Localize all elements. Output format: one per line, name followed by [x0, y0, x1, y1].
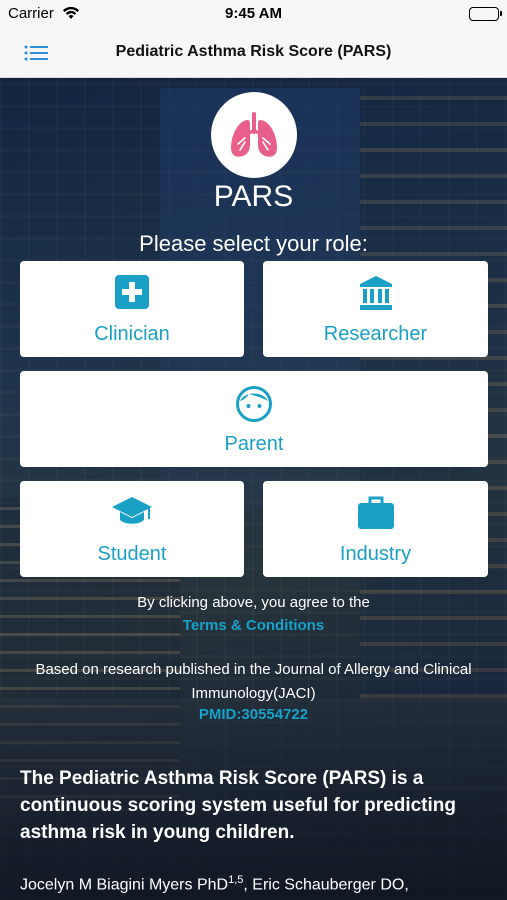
terms-link[interactable]: Terms & Conditions	[0, 617, 507, 634]
navigation-bar: Pediatric Asthma Risk Score (PARS)	[0, 28, 507, 78]
role-researcher-button[interactable]: Researcher	[263, 261, 488, 357]
briefcase-icon	[357, 496, 394, 529]
pmid-link[interactable]: PMID:30554722	[0, 706, 507, 723]
authors: Jocelyn M Biagini Myers PhD1,5, Eric Sch…	[20, 869, 495, 896]
child-face-icon	[236, 386, 272, 422]
role-prompt: Please select your role:	[139, 231, 368, 256]
graduation-cap-icon	[112, 497, 152, 524]
app-name: PARS	[213, 180, 294, 213]
role-student-button[interactable]: Student	[20, 481, 244, 577]
research-text: Based on research published in the Journ…	[35, 661, 472, 702]
status-bar: Carrier 9:45 AM	[0, 0, 507, 28]
author-name: Jocelyn M Biagini Myers PhD	[20, 876, 229, 894]
clock: 9:45 AM	[225, 5, 282, 22]
main-content: PARS Please select your role: Clinician …	[0, 78, 507, 900]
role-industry-button[interactable]: Industry	[263, 481, 488, 577]
role-label: Student	[97, 543, 167, 565]
author-name: Eric Schauberger DO,	[252, 876, 409, 894]
role-label: Parent	[224, 433, 284, 455]
author-affiliation: 1,5	[228, 874, 244, 886]
institution-icon	[359, 276, 392, 310]
app-logo	[211, 92, 297, 178]
role-label: Industry	[339, 543, 412, 565]
role-parent-button[interactable]: Parent	[20, 371, 488, 467]
battery-icon	[469, 7, 502, 21]
agreement-text: By clicking above, you agree to the	[137, 594, 370, 611]
role-label: Clinician	[94, 323, 170, 345]
page-title: Pediatric Asthma Risk Score (PARS)	[115, 43, 392, 60]
author-separator: ,	[243, 876, 253, 894]
medical-cross-icon	[115, 275, 149, 309]
role-label: Researcher	[323, 323, 428, 345]
description: The Pediatric Asthma Risk Score (PARS) i…	[20, 768, 456, 843]
role-clinician-button[interactable]: Clinician	[20, 261, 244, 357]
lungs-icon	[231, 112, 277, 157]
